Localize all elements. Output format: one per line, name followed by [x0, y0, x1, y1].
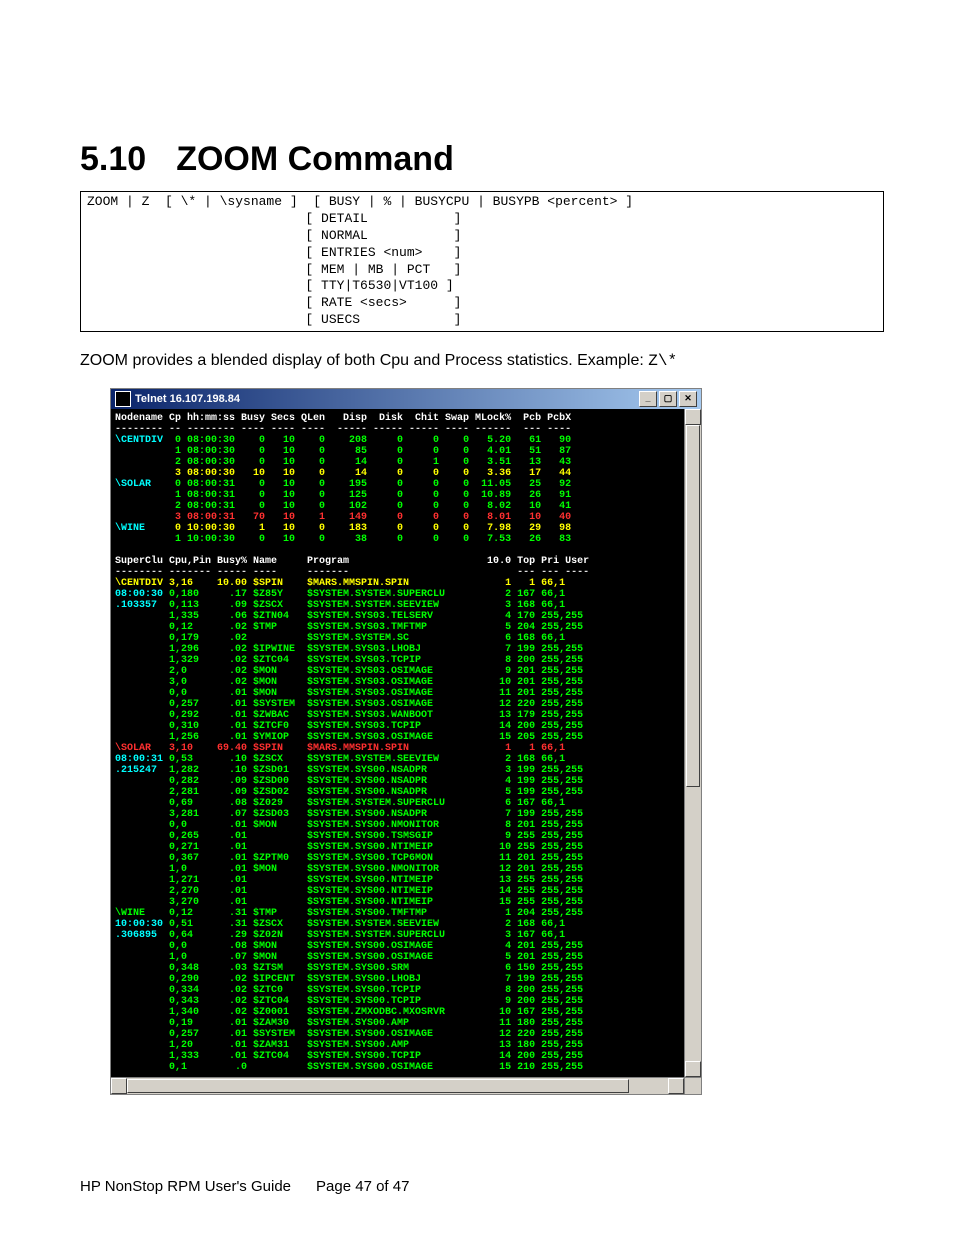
horizontal-scrollbar[interactable]: [111, 1077, 701, 1094]
scroll-right-button[interactable]: [668, 1078, 684, 1094]
vertical-scrollbar[interactable]: [684, 409, 701, 1077]
window-title: Telnet 16.107.198.84: [135, 393, 639, 405]
section-heading: 5.10 ZOOM Command: [80, 140, 884, 179]
page-footer: HP NonStop RPM User's Guide Page 47 of 4…: [80, 1178, 409, 1195]
window-minimize-button[interactable]: _: [639, 391, 657, 407]
window-maximize-button[interactable]: ▢: [659, 391, 677, 407]
syntax-box: ZOOM | Z [ \* | \sysname ] [ BUSY | % | …: [80, 191, 884, 332]
description-code: Z\*: [648, 352, 677, 370]
description-paragraph: ZOOM provides a blended display of both …: [80, 352, 884, 370]
section-number: 5.10: [80, 140, 146, 178]
scrollbar-thumb[interactable]: [686, 425, 700, 787]
scrollbar-thumb-h[interactable]: [127, 1079, 629, 1093]
telnet-icon: [115, 391, 131, 407]
window-titlebar[interactable]: Telnet 16.107.198.84 _ ▢ ✕: [111, 389, 701, 409]
description-text: ZOOM provides a blended display of both …: [80, 352, 648, 369]
telnet-window: Telnet 16.107.198.84 _ ▢ ✕ Nodename Cp h…: [110, 388, 702, 1095]
footer-page-number: Page 47 of 47: [316, 1178, 409, 1195]
footer-doc-title: HP NonStop RPM User's Guide: [80, 1178, 291, 1195]
scroll-left-button[interactable]: [111, 1078, 127, 1094]
terminal-output: Nodename Cp hh:mm:ss Busy Secs QLen Disp…: [111, 409, 684, 1077]
section-title: ZOOM Command: [176, 140, 454, 178]
resize-grip[interactable]: [684, 1078, 701, 1094]
window-close-button[interactable]: ✕: [679, 391, 697, 407]
